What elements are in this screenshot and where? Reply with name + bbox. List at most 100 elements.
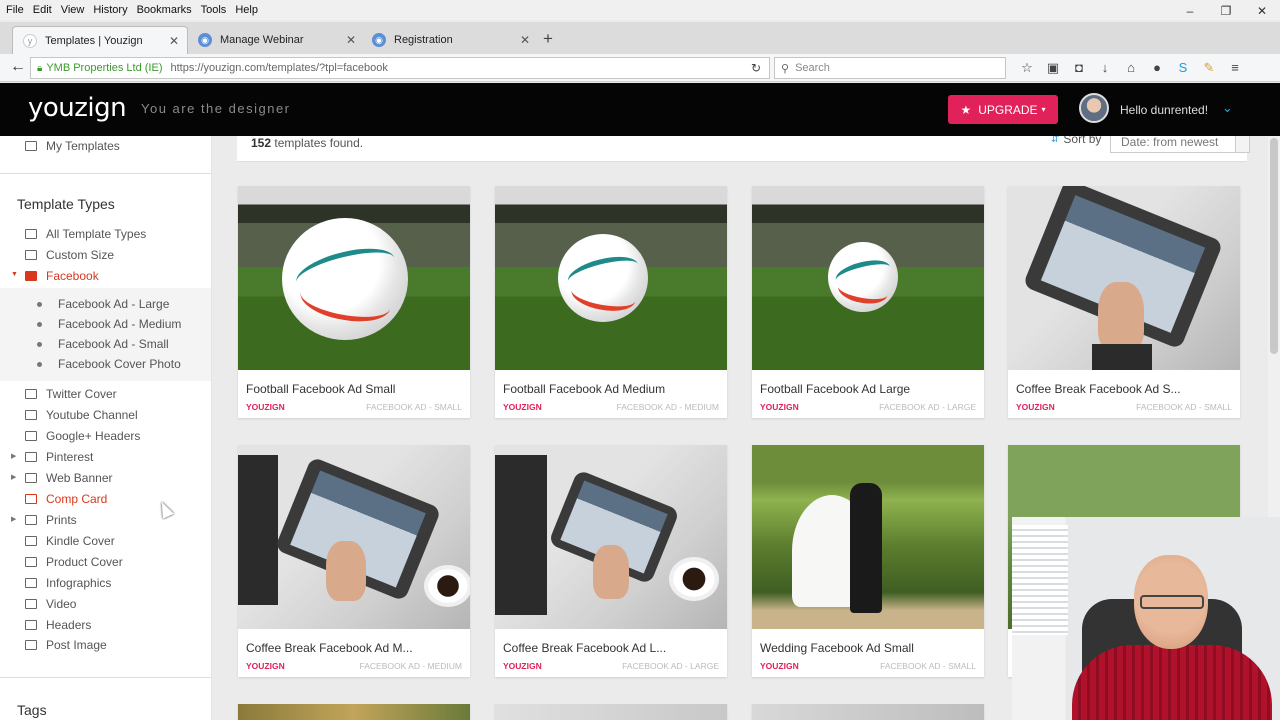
template-thumbnail[interactable]	[238, 704, 470, 720]
template-thumbnail[interactable]	[752, 704, 984, 720]
chevron-down-icon[interactable]: ⌄	[1222, 100, 1233, 116]
sidebar-item-product-cover[interactable]: Product Cover	[25, 553, 123, 571]
template-card[interactable]: Wedding Facebook Ad Small YOUZIGN FACEBO…	[752, 445, 984, 677]
addon-icon[interactable]: ●	[1144, 58, 1170, 78]
sidebar-item-twitter-cover[interactable]: Twitter Cover	[25, 385, 117, 403]
tab-manage-webinar[interactable]: ◉ Manage Webinar ✕	[188, 26, 364, 54]
sidebar-item-prints[interactable]: Prints	[25, 511, 77, 529]
sidebar-item-kindle-cover[interactable]: Kindle Cover	[25, 532, 115, 550]
sidebar-item-comp-card[interactable]: Comp Card	[25, 490, 107, 508]
template-card[interactable]	[495, 704, 727, 720]
sidebar-item-post-image[interactable]: Post Image	[25, 636, 107, 654]
template-card[interactable]: Coffee Break Facebook Ad S... YOUZIGN FA…	[1008, 186, 1240, 418]
back-arrow-icon[interactable]: ←	[10, 58, 26, 76]
template-thumbnail[interactable]	[238, 445, 470, 629]
window-controls: – ❐ ✕	[1172, 0, 1280, 22]
avatar[interactable]	[1079, 93, 1109, 123]
extension-icon[interactable]: ✎	[1196, 58, 1222, 78]
template-title[interactable]: Coffee Break Facebook Ad S...	[1016, 382, 1181, 396]
template-thumbnail[interactable]	[752, 445, 984, 629]
sidebar-item-youtube-channel[interactable]: Youtube Channel	[25, 406, 138, 424]
close-tab-icon[interactable]: ✕	[520, 33, 530, 47]
sidebar-item-headers[interactable]: Headers	[25, 616, 91, 634]
sidebar-item-custom-size[interactable]: Custom Size	[25, 246, 114, 264]
menu-file[interactable]: File	[6, 4, 24, 16]
template-card[interactable]: Coffee Break Facebook Ad M... YOUZIGN FA…	[238, 445, 470, 677]
expand-open-icon[interactable]: ▼	[11, 271, 18, 278]
home-icon[interactable]: ⌂	[1118, 58, 1144, 78]
download-icon[interactable]: ↓	[1092, 58, 1118, 78]
template-title[interactable]: Coffee Break Facebook Ad L...	[503, 641, 666, 655]
address-bar[interactable]: 🔒︎ YMB Properties Ltd (IE) https://youzi…	[30, 57, 770, 79]
banner-icon	[25, 473, 37, 483]
user-greeting[interactable]: Hello dunrented!	[1120, 103, 1208, 117]
sort-select[interactable]: Date: from newest	[1110, 136, 1250, 153]
template-card[interactable]: Coffee Break Facebook Ad L... YOUZIGN FA…	[495, 445, 727, 677]
expand-closed-icon[interactable]: ▶	[11, 473, 16, 481]
coffee-cup-image	[428, 569, 468, 603]
sidebar-item-facebook[interactable]: Facebook	[25, 267, 99, 285]
search-input[interactable]: ⚲ Search	[774, 57, 1006, 79]
upgrade-button[interactable]: ★ UPGRADE ▾	[948, 95, 1058, 124]
template-title[interactable]: Football Facebook Ad Medium	[503, 382, 665, 396]
sidebar-item-pinterest[interactable]: Pinterest	[25, 448, 93, 466]
close-tab-icon[interactable]: ✕	[346, 33, 356, 47]
template-title[interactable]: Coffee Break Facebook Ad M...	[246, 641, 413, 655]
close-window-icon[interactable]: ✕	[1244, 0, 1280, 22]
globe-favicon-icon: ◉	[372, 33, 386, 47]
sidebar-item-label: Product Cover	[46, 555, 123, 569]
minimize-icon[interactable]: –	[1172, 0, 1208, 22]
template-card[interactable]: Football Facebook Ad Medium YOUZIGN FACE…	[495, 186, 727, 418]
template-brand: YOUZIGN	[503, 402, 542, 412]
bullet-icon	[37, 361, 42, 367]
restore-icon[interactable]: ❐	[1208, 0, 1244, 22]
close-tab-icon[interactable]: ✕	[169, 34, 179, 48]
pocket-icon[interactable]: ◘	[1066, 58, 1092, 78]
menu-bookmarks[interactable]: Bookmarks	[137, 4, 192, 16]
template-thumbnail[interactable]	[495, 704, 727, 720]
submenu-item-ad-large[interactable]: Facebook Ad - Large	[37, 297, 169, 311]
menu-edit[interactable]: Edit	[33, 4, 52, 16]
submenu-item-ad-small[interactable]: Facebook Ad - Small	[37, 337, 169, 351]
tab-registration[interactable]: ◉ Registration ✕	[362, 26, 538, 54]
template-title[interactable]: Football Facebook Ad Large	[760, 382, 910, 396]
results-toolbar: 152 templates found. ⇵ Sort by Date: from…	[237, 136, 1250, 162]
youzign-logo[interactable]: youzign	[28, 93, 127, 123]
sidebar-item-infographics[interactable]: Infographics	[25, 574, 111, 592]
monitor-icon	[25, 250, 37, 260]
submenu-item-cover-photo[interactable]: Facebook Cover Photo	[37, 357, 181, 371]
submenu-item-ad-medium[interactable]: Facebook Ad - Medium	[37, 317, 181, 331]
template-thumbnail[interactable]	[752, 186, 984, 370]
scrollbar-thumb[interactable]	[1270, 138, 1278, 354]
reload-icon[interactable]: ↻	[751, 61, 761, 75]
template-thumbnail[interactable]	[495, 445, 727, 629]
hamburger-menu-icon[interactable]: ≡	[1222, 58, 1248, 78]
menu-history[interactable]: History	[93, 4, 127, 16]
template-card[interactable]	[238, 704, 470, 720]
menu-view[interactable]: View	[61, 4, 85, 16]
soccer-ball-image	[828, 242, 898, 312]
new-tab-icon[interactable]: +	[543, 29, 553, 49]
bookmark-star-icon[interactable]: ☆	[1014, 58, 1040, 78]
template-card[interactable]	[752, 704, 984, 720]
template-card[interactable]: Football Facebook Ad Small YOUZIGN FACEB…	[238, 186, 470, 418]
bookmarks-menu-icon[interactable]: ▣	[1040, 58, 1066, 78]
sidebar-item-google-headers[interactable]: Google+ Headers	[25, 427, 140, 445]
expand-closed-icon[interactable]: ▶	[11, 515, 16, 523]
expand-closed-icon[interactable]: ▶	[11, 452, 16, 460]
template-title[interactable]: Football Facebook Ad Small	[246, 382, 395, 396]
template-thumbnail[interactable]	[238, 186, 470, 370]
menu-tools[interactable]: Tools	[201, 4, 227, 16]
tab-templates[interactable]: y Templates | Youzign ✕	[12, 26, 188, 54]
sidebar-item-web-banner[interactable]: Web Banner	[25, 469, 113, 487]
tags-heading: Tags	[17, 702, 47, 718]
sidebar-item-video[interactable]: Video	[25, 595, 76, 613]
menu-help[interactable]: Help	[235, 4, 258, 16]
skype-icon[interactable]: S	[1170, 58, 1196, 78]
template-thumbnail[interactable]	[1008, 186, 1240, 370]
template-title[interactable]: Wedding Facebook Ad Small	[760, 641, 914, 655]
sidebar-item-my-templates[interactable]: My Templates	[25, 137, 120, 155]
sidebar-item-all-template-types[interactable]: All Template Types	[25, 225, 146, 243]
template-thumbnail[interactable]	[495, 186, 727, 370]
template-card[interactable]: Football Facebook Ad Large YOUZIGN FACEB…	[752, 186, 984, 418]
